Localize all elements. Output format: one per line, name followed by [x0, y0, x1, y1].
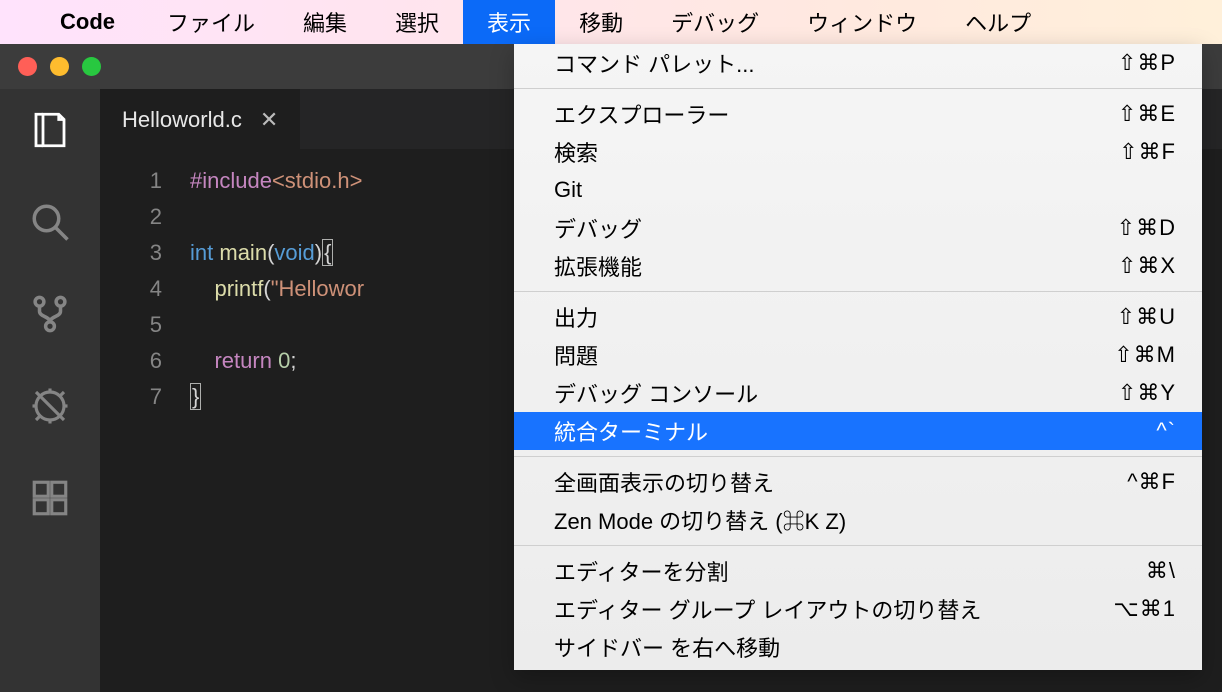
menu-debug[interactable]: デバッグ — [647, 0, 783, 44]
macos-menubar: Code ファイル 編集 選択 表示 移動 デバッグ ウィンドウ ヘルプ — [0, 0, 1222, 44]
minimize-window-button[interactable] — [50, 57, 69, 76]
line-number: 6 — [100, 343, 162, 379]
menu-separator — [514, 291, 1202, 292]
menu-split-editor[interactable]: エディターを分割 ⌘\ — [514, 552, 1202, 590]
menu-explorer[interactable]: エクスプローラー ⇧⌘E — [514, 95, 1202, 133]
tab-close-icon[interactable]: ✕ — [260, 107, 278, 133]
menu-move-sidebar[interactable]: サイドバー を右へ移動 — [514, 628, 1202, 666]
line-number: 7 — [100, 379, 162, 415]
tab-filename: Helloworld.c — [122, 107, 242, 133]
menu-toggle-zen[interactable]: Zen Mode の切り替え (⌘K Z) — [514, 501, 1202, 539]
menu-output[interactable]: 出力 ⇧⌘U — [514, 298, 1202, 336]
line-number: 2 — [100, 199, 162, 235]
line-number-gutter: 1 2 3 4 5 6 7 — [100, 163, 190, 415]
search-icon[interactable] — [29, 201, 71, 243]
menu-git[interactable]: Git — [514, 171, 1202, 209]
menubar-app-name[interactable]: Code — [60, 9, 115, 35]
extensions-icon[interactable] — [29, 477, 71, 519]
view-menu-dropdown: コマンド パレット... ⇧⌘P エクスプローラー ⇧⌘E 検索 ⇧⌘F Git… — [514, 44, 1202, 670]
window-controls — [18, 57, 101, 76]
explorer-icon[interactable] — [29, 109, 71, 151]
activity-bar — [0, 89, 100, 692]
source-control-icon[interactable] — [29, 293, 71, 335]
line-number: 1 — [100, 163, 162, 199]
debug-icon[interactable] — [29, 385, 71, 427]
menu-file[interactable]: ファイル — [143, 0, 279, 44]
menu-toggle-fullscreen[interactable]: 全画面表示の切り替え ^⌘F — [514, 463, 1202, 501]
line-number: 4 — [100, 271, 162, 307]
menu-problems[interactable]: 問題 ⇧⌘M — [514, 336, 1202, 374]
tab-helloworld[interactable]: Helloworld.c ✕ — [100, 89, 300, 149]
menu-separator — [514, 88, 1202, 89]
menu-search[interactable]: 検索 ⇧⌘F — [514, 133, 1202, 171]
menu-debug-console[interactable]: デバッグ コンソール ⇧⌘Y — [514, 374, 1202, 412]
menu-debug-view[interactable]: デバッグ ⇧⌘D — [514, 209, 1202, 247]
menu-edit[interactable]: 編集 — [279, 0, 371, 44]
menu-window[interactable]: ウィンドウ — [783, 0, 941, 44]
menu-toggle-editor-layout[interactable]: エディター グループ レイアウトの切り替え ⌥⌘1 — [514, 590, 1202, 628]
menu-go[interactable]: 移動 — [555, 0, 647, 44]
menu-separator — [514, 456, 1202, 457]
line-number: 3 — [100, 235, 162, 271]
menu-help[interactable]: ヘルプ — [941, 0, 1055, 44]
menu-integrated-terminal[interactable]: 統合ターミナル ^` — [514, 412, 1202, 450]
close-window-button[interactable] — [18, 57, 37, 76]
menu-select[interactable]: 選択 — [371, 0, 463, 44]
menu-view[interactable]: 表示 — [463, 0, 555, 44]
menu-command-palette[interactable]: コマンド パレット... ⇧⌘P — [514, 44, 1202, 82]
menu-separator — [514, 545, 1202, 546]
maximize-window-button[interactable] — [82, 57, 101, 76]
menu-extensions[interactable]: 拡張機能 ⇧⌘X — [514, 247, 1202, 285]
line-number: 5 — [100, 307, 162, 343]
